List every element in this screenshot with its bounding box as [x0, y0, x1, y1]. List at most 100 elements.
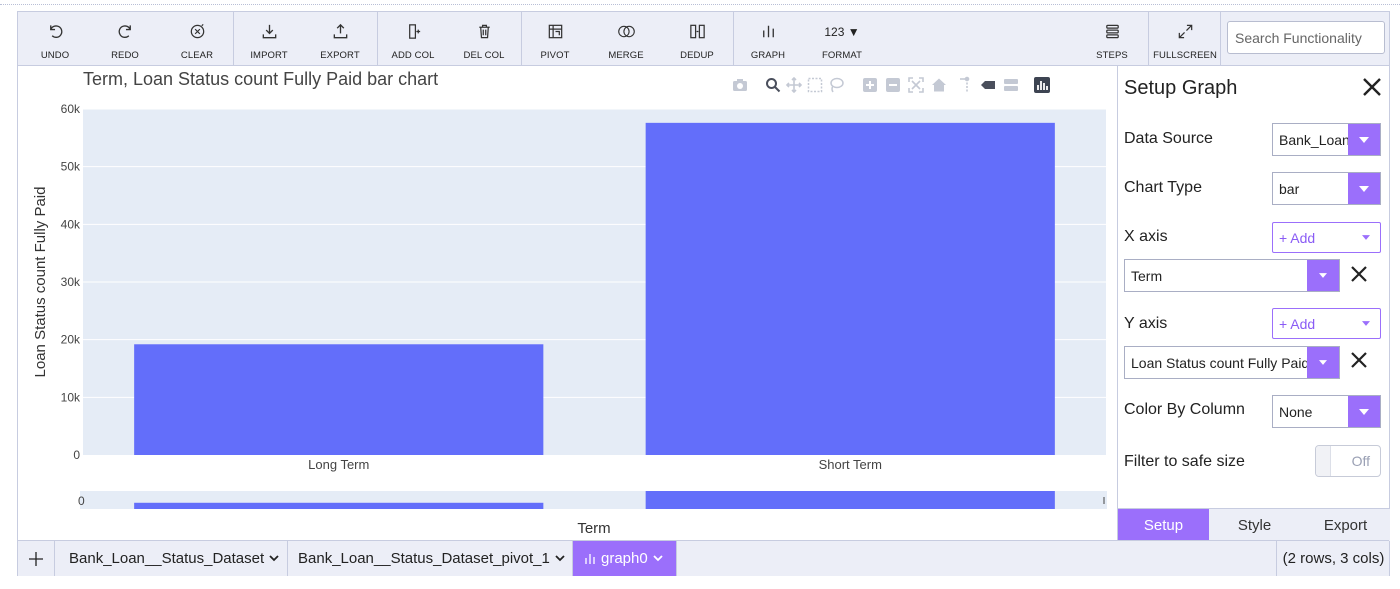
pan-icon[interactable]	[784, 75, 804, 95]
del-col-button[interactable]: DEL COL	[459, 12, 509, 65]
chevron-down-icon	[1348, 396, 1380, 427]
app-window: UNDO REDO CLEAR IMPORT EXPORT ADD COL DE…	[17, 11, 1390, 576]
import-button[interactable]: IMPORT	[244, 12, 294, 65]
format-button[interactable]: 123 ▼ FORMAT	[818, 12, 866, 65]
y-axis-add-button[interactable]: + Add	[1272, 308, 1381, 339]
close-icon[interactable]	[1360, 75, 1384, 99]
undo-button[interactable]: UNDO	[32, 12, 78, 65]
toolbar-separator	[521, 12, 522, 65]
redo-button[interactable]: REDO	[102, 12, 148, 65]
graph-tab-icon	[583, 552, 597, 566]
y-axis-title: Loan Status count Fully Paid	[32, 187, 49, 378]
fullscreen-label: FULLSCREEN	[1153, 50, 1217, 61]
x-axis-value: Term	[1131, 267, 1163, 284]
color-by-select[interactable]: None	[1272, 395, 1381, 428]
dedup-label: DEDUP	[680, 50, 714, 61]
hover-compare-icon[interactable]	[1001, 75, 1021, 95]
tab-style[interactable]: Style	[1209, 509, 1300, 541]
chevron-down-icon	[1307, 260, 1339, 291]
box-select-icon[interactable]	[805, 75, 825, 95]
chart-title: Term, Loan Status count Fully Paid bar c…	[83, 69, 439, 89]
add-col-label: ADD COL	[391, 50, 435, 61]
camera-icon[interactable]	[730, 75, 750, 95]
sheet-tab-pivot[interactable]: Bank_Loan__Status_Dataset_pivot_1	[288, 541, 573, 576]
add-column-icon	[404, 21, 423, 41]
data-source-select[interactable]: Bank_Loan	[1272, 123, 1381, 156]
import-label: IMPORT	[250, 50, 288, 61]
graph-button[interactable]: GRAPH	[745, 12, 791, 65]
row-col-count: (2 rows, 3 cols)	[1276, 541, 1390, 576]
x-tick-label: Short Term	[819, 457, 882, 472]
search-input[interactable]	[1227, 21, 1385, 54]
home-icon[interactable]	[929, 75, 949, 95]
chart-area: 0 10k 20k 30k 40k 50k 60k Long Term Short Term 0 T…	[18, 66, 1117, 540]
dedup-button[interactable]: DEDUP	[674, 12, 720, 65]
redo-icon	[116, 21, 135, 41]
chart-type-select[interactable]: bar	[1272, 172, 1381, 205]
sheet-tab-graph[interactable]: graph0	[573, 541, 677, 576]
y-axis-value: Loan Status count Fully Paid	[1131, 354, 1307, 371]
tab-setup[interactable]: Setup	[1118, 509, 1209, 541]
y-tick-label: 60k	[61, 102, 81, 116]
remove-x-axis-icon[interactable]	[1348, 263, 1370, 285]
autoscale-icon[interactable]	[906, 75, 926, 95]
chevron-down-icon	[1352, 235, 1380, 240]
steps-label: STEPS	[1096, 50, 1128, 61]
undo-label: UNDO	[40, 50, 70, 61]
zoom-out-icon[interactable]	[883, 75, 903, 95]
hover-closest-icon[interactable]	[978, 75, 998, 95]
graph-label: GRAPH	[750, 50, 786, 61]
sheet-tab-dataset[interactable]: Bank_Loan__Status_Dataset	[59, 541, 288, 576]
x-tick-label: Long Term	[308, 457, 369, 472]
chevron-down-icon	[1348, 173, 1380, 204]
import-icon	[260, 21, 279, 41]
top-divider	[0, 4, 1400, 5]
pivot-button[interactable]: PIVOT	[532, 12, 578, 65]
fullscreen-button[interactable]: FULLSCREEN	[1153, 12, 1217, 65]
filter-toggle[interactable]: Off	[1315, 445, 1381, 477]
export-button[interactable]: EXPORT	[315, 12, 365, 65]
sheet-tab-label: Bank_Loan__Status_Dataset_pivot_1	[298, 550, 550, 567]
bar	[645, 122, 1055, 455]
rangeslider-tick-label: 0	[78, 494, 85, 508]
steps-button[interactable]: STEPS	[1089, 12, 1135, 65]
lasso-icon[interactable]	[826, 75, 846, 95]
bar-chart-icon	[759, 21, 778, 41]
zoom-icon[interactable]	[763, 75, 783, 95]
remove-y-axis-icon[interactable]	[1348, 349, 1370, 371]
spike-lines-icon[interactable]	[955, 75, 975, 95]
color-by-value: None	[1279, 403, 1313, 420]
plus-icon	[29, 551, 43, 566]
x-axis-column-select[interactable]: Term	[1124, 259, 1340, 292]
add-col-button[interactable]: ADD COL	[388, 12, 438, 65]
sheet-tab-label: graph0	[601, 550, 648, 567]
zoom-in-icon[interactable]	[860, 75, 880, 95]
toolbar-separator	[1220, 12, 1221, 65]
export-icon	[331, 21, 350, 41]
x-axis-add-button[interactable]: + Add	[1272, 222, 1381, 253]
export-label: EXPORT	[320, 50, 360, 61]
y-tick-label: 50k	[61, 160, 81, 174]
merge-button[interactable]: MERGE	[603, 12, 649, 65]
plotly-logo-icon[interactable]	[1032, 75, 1052, 95]
y-axis-column-select[interactable]: Loan Status count Fully Paid	[1124, 346, 1340, 379]
tab-export[interactable]: Export	[1300, 509, 1391, 541]
color-by-label: Color By Column	[1124, 401, 1245, 418]
clear-button[interactable]: CLEAR	[174, 12, 220, 65]
chevron-down-icon	[1307, 347, 1339, 378]
trash-icon	[475, 21, 494, 41]
chevron-down-icon	[269, 555, 279, 562]
format-icon: 123 ▼	[824, 25, 860, 39]
toolbar: UNDO REDO CLEAR IMPORT EXPORT ADD COL DE…	[18, 12, 1389, 66]
toolbar-separator	[233, 12, 234, 65]
y-tick-label: 20k	[61, 333, 81, 347]
fullscreen-icon	[1176, 21, 1195, 41]
toolbar-separator	[377, 12, 378, 65]
merge-icon	[617, 21, 636, 41]
y-axis-add-label: + Add	[1279, 315, 1316, 332]
add-sheet-button[interactable]	[18, 541, 55, 576]
panel-title: Setup Graph	[1124, 77, 1238, 99]
y-tick-label: 30k	[61, 275, 81, 289]
toolbar-separator	[733, 12, 734, 65]
toggle-knob	[1316, 446, 1331, 476]
